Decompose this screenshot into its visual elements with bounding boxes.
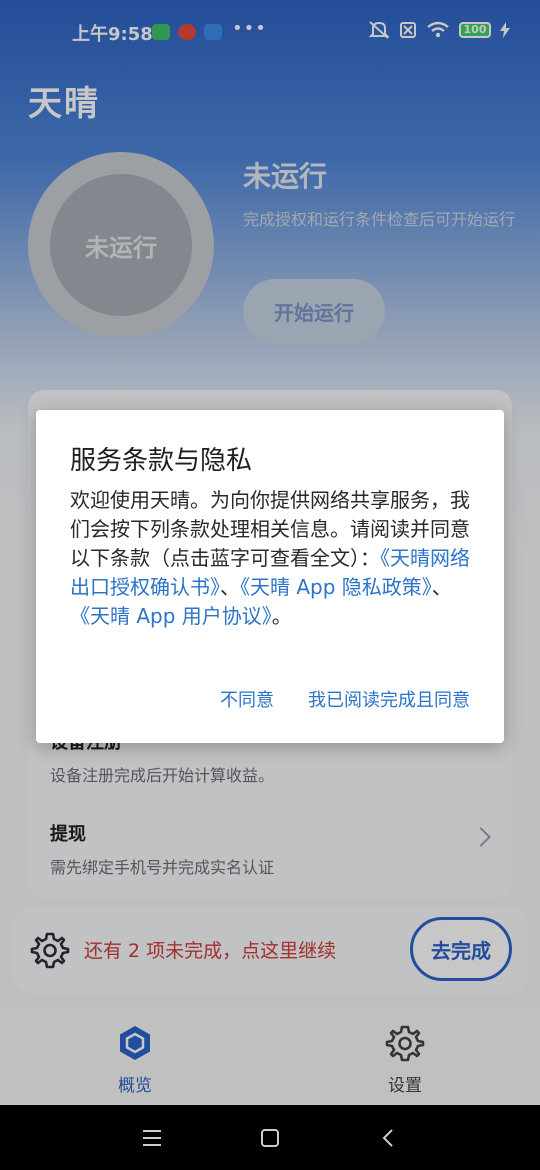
dialog-actions: 不同意 我已阅读完成且同意 — [220, 686, 470, 712]
dialog-title: 服务条款与隐私 — [70, 446, 253, 476]
dialog-body: 欢迎使用天晴。为向你提供网络共享服务，我们会按下列条款处理相关信息。请阅读并同意… — [70, 486, 474, 631]
user-agreement-link[interactable]: 《天晴 App 用户协议》 — [70, 604, 272, 628]
home-icon[interactable] — [255, 1123, 285, 1153]
menu-icon[interactable] — [137, 1123, 167, 1153]
app-screen: 上午9:58 ••• 100 天晴 未运行 未运行 完成授权和运行条件检查后可开… — [0, 0, 540, 1105]
system-navigation-bar — [0, 1105, 540, 1170]
terms-privacy-dialog: 服务条款与隐私 欢迎使用天晴。为向你提供网络共享服务，我们会按下列条款处理相关信… — [36, 410, 504, 743]
privacy-policy-link[interactable]: 《天晴 App 隐私政策》 — [240, 575, 432, 599]
dialog-body-end: 。 — [271, 604, 292, 628]
disagree-button[interactable]: 不同意 — [220, 686, 274, 712]
separator: 、 — [431, 575, 452, 599]
separator: 、 — [220, 575, 240, 599]
back-icon[interactable] — [374, 1123, 404, 1153]
agree-button[interactable]: 我已阅读完成且同意 — [308, 686, 470, 712]
